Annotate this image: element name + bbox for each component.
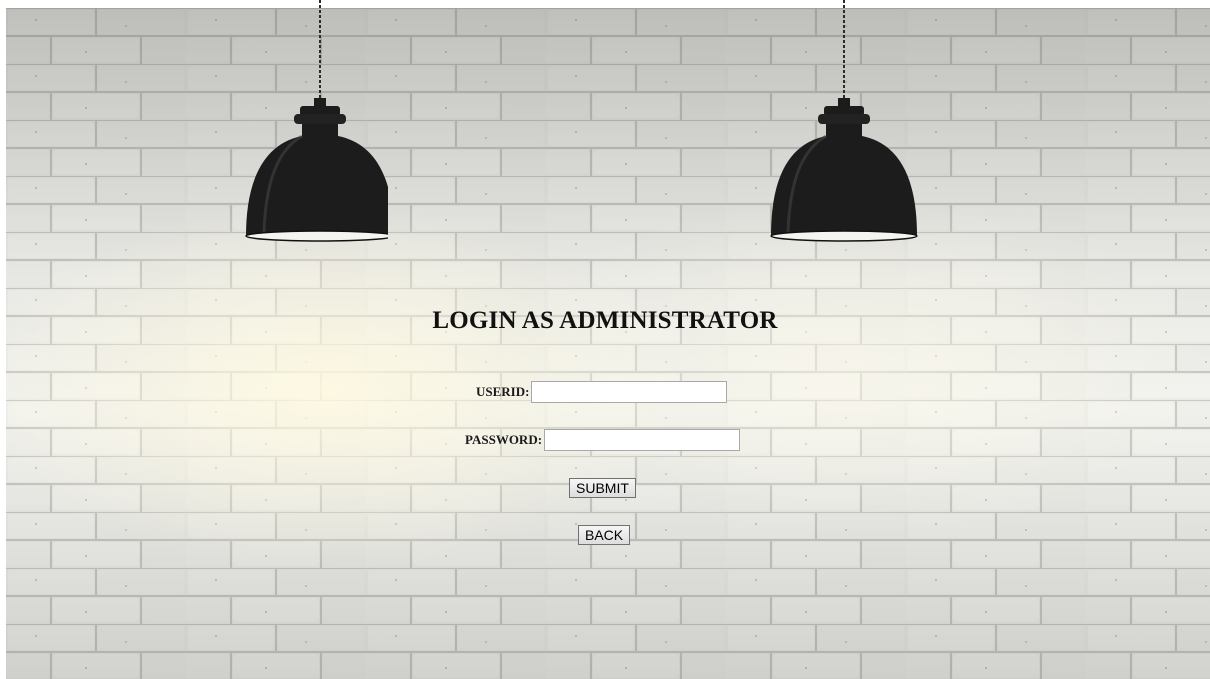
userid-input[interactable] bbox=[531, 381, 728, 403]
brick-pattern bbox=[6, 8, 1210, 679]
password-label: PASSWORD: bbox=[465, 432, 543, 447]
back-button[interactable]: BACK bbox=[578, 525, 631, 545]
submit-button[interactable]: SUBMIT bbox=[569, 478, 636, 498]
brick-wall-background bbox=[6, 8, 1210, 679]
password-input[interactable] bbox=[544, 429, 741, 451]
pendant-lamp-icon bbox=[245, 0, 388, 242]
password-row: PASSWORD: bbox=[465, 429, 741, 451]
userid-label: USERID: bbox=[476, 384, 530, 399]
userid-row: USERID: bbox=[476, 381, 728, 403]
page-title: LOGIN AS ADMINISTRATOR bbox=[432, 307, 778, 334]
login-page: LOGIN AS ADMINISTRATOR USERID: PASSWORD:… bbox=[0, 0, 1210, 679]
pendant-lamp-icon bbox=[770, 0, 918, 242]
